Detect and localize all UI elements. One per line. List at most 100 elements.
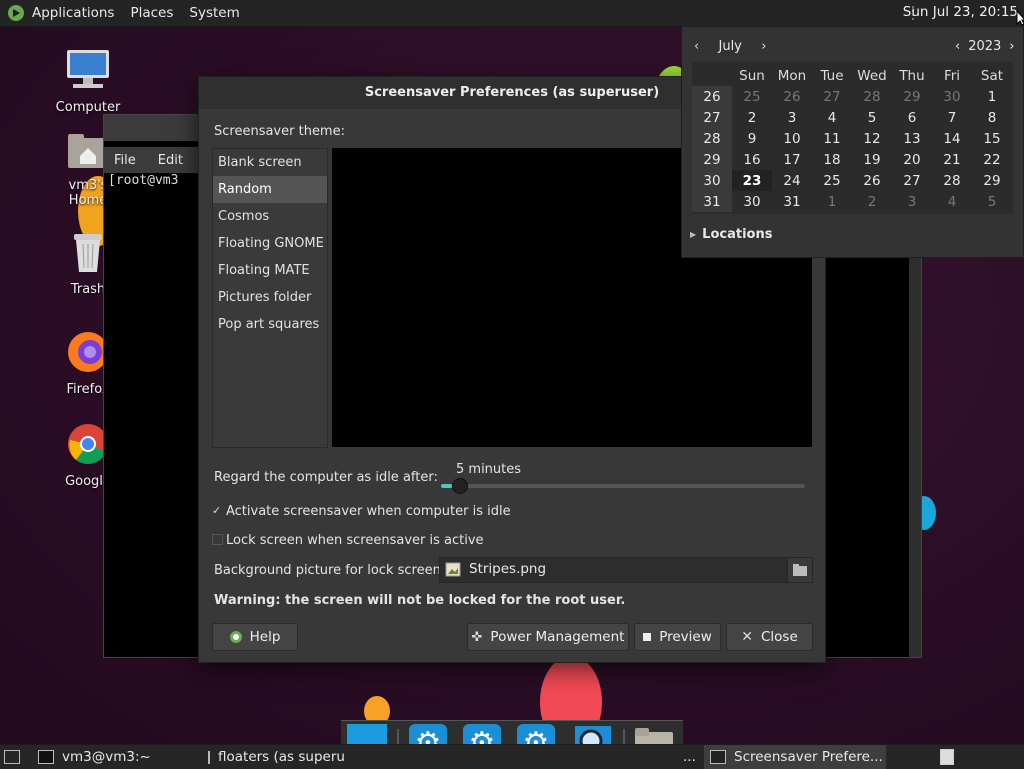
calendar-table: Sun Mon Tue Wed Thu Fri Sat 26 25 26 27 28 29 30 1 27 2…: [692, 65, 1012, 212]
help-button[interactable]: Help: [212, 623, 298, 651]
theme-item-pictures-folder[interactable]: Pictures folder: [213, 284, 327, 311]
calendar-day[interactable]: 2: [852, 191, 892, 212]
calendar-day[interactable]: 1: [812, 191, 852, 212]
calendar-day[interactable]: 25: [812, 170, 852, 191]
power-management-button[interactable]: ✜ Power Management: [467, 623, 629, 651]
calendar-day[interactable]: 29: [892, 86, 932, 107]
root-warning: Warning: the screen will not be locked f…: [214, 593, 626, 608]
theme-item-random[interactable]: Random: [213, 176, 327, 203]
show-desktop-button[interactable]: [4, 745, 24, 769]
calendar-day[interactable]: 13: [892, 128, 932, 149]
next-year-icon[interactable]: ›: [1009, 39, 1014, 54]
calendar-day[interactable]: 23: [732, 170, 772, 191]
calendar-day[interactable]: 1: [972, 86, 1012, 107]
calendar-day[interactable]: 19: [852, 149, 892, 170]
activate-checkbox[interactable]: ✓: [212, 505, 223, 516]
week-number: 26: [692, 86, 732, 107]
calendar-day[interactable]: 6: [892, 107, 932, 128]
bottom-panel: vm3@vm3:~ floaters (as superu ... Screen…: [0, 744, 1024, 769]
folder-icon: [793, 564, 807, 576]
terminal-menu-edit[interactable]: Edit: [158, 153, 183, 168]
desktop-icon-computer[interactable]: Computer: [48, 48, 128, 115]
activate-label[interactable]: Activate screensaver when computer is id…: [226, 504, 511, 519]
lock-label[interactable]: Lock screen when screensaver is active: [226, 533, 484, 548]
calendar-day[interactable]: 9: [732, 128, 772, 149]
show-desktop-icon: [4, 750, 20, 764]
trash-icon: [940, 749, 954, 765]
calendar-day[interactable]: 11: [812, 128, 852, 149]
prev-month-icon[interactable]: ‹: [694, 39, 699, 54]
calendar-day[interactable]: 14: [932, 128, 972, 149]
trash-applet[interactable]: [940, 745, 956, 769]
calendar-day[interactable]: 3: [892, 191, 932, 212]
calendar-day[interactable]: 29: [972, 170, 1012, 191]
calendar-day[interactable]: 8: [972, 107, 1012, 128]
calendar-day[interactable]: 27: [892, 170, 932, 191]
theme-item-floating-mate[interactable]: Floating MATE: [213, 257, 327, 284]
calendar-day[interactable]: 5: [972, 191, 1012, 212]
idle-slider-knob[interactable]: [451, 478, 468, 494]
terminal-menu-file[interactable]: File: [114, 153, 136, 168]
calendar-day[interactable]: 25: [732, 86, 772, 107]
preview-button[interactable]: Preview: [634, 623, 721, 651]
help-icon: [229, 631, 242, 643]
calendar-day[interactable]: 3: [772, 107, 812, 128]
taskbar-item-floaters[interactable]: floaters (as superu: [208, 745, 344, 769]
calendar-day[interactable]: 5: [852, 107, 892, 128]
calendar-day[interactable]: 4: [932, 191, 972, 212]
theme-item-floating-gnome[interactable]: Floating GNOME: [213, 230, 327, 257]
calendar-day[interactable]: 18: [812, 149, 852, 170]
places-menu[interactable]: Places: [122, 5, 181, 21]
calendar-day[interactable]: 17: [772, 149, 812, 170]
terminal-prompt[interactable]: [root@vm3: [108, 173, 178, 188]
calendar-day[interactable]: 15: [972, 128, 1012, 149]
calendar-day[interactable]: 30: [732, 191, 772, 212]
calendar-day[interactable]: 20: [892, 149, 932, 170]
calendar-day[interactable]: 26: [852, 170, 892, 191]
bg-picture-label: Background picture for lock screen:: [214, 563, 446, 578]
calendar-day[interactable]: 24: [772, 170, 812, 191]
idle-slider[interactable]: [441, 478, 805, 494]
calendar-day[interactable]: 26: [772, 86, 812, 107]
taskbar-item-terminal[interactable]: vm3@vm3:~: [38, 745, 198, 769]
theme-label: Screensaver theme:: [214, 124, 345, 139]
calendar-day[interactable]: 16: [732, 149, 772, 170]
weekday-header: Thu: [899, 67, 925, 84]
theme-list[interactable]: Blank screen Random Cosmos Floating GNOM…: [212, 148, 328, 448]
distro-logo-icon[interactable]: [8, 5, 24, 21]
weekday-header: Tue: [820, 67, 844, 84]
taskbar-overflow[interactable]: ...: [683, 745, 697, 769]
week-number: 30: [692, 170, 732, 191]
theme-item-blank[interactable]: Blank screen: [213, 149, 327, 176]
close-button[interactable]: ✕ Close: [726, 623, 813, 651]
system-menu[interactable]: System: [181, 5, 247, 21]
calendar-day[interactable]: 30: [932, 86, 972, 107]
browse-folder-button[interactable]: [787, 558, 812, 582]
applications-menu[interactable]: Applications: [24, 5, 122, 21]
expander-arrow-icon: ▶: [690, 230, 697, 239]
taskbar-item-screensaver[interactable]: Screensaver Prefere...: [704, 745, 886, 769]
calendar-day[interactable]: 10: [772, 128, 812, 149]
calendar-day[interactable]: 28: [932, 170, 972, 191]
bg-picture-chooser[interactable]: Stripes.png: [439, 557, 813, 583]
locations-expander[interactable]: ▶ Locations: [690, 227, 772, 242]
calendar-day[interactable]: 2: [732, 107, 772, 128]
calendar-day[interactable]: 31: [772, 191, 812, 212]
theme-item-pop-art[interactable]: Pop art squares: [213, 311, 327, 338]
month-name: July: [718, 39, 742, 54]
calendar-day[interactable]: 22: [972, 149, 1012, 170]
calendar-day[interactable]: 4: [812, 107, 852, 128]
calendar-day[interactable]: 12: [852, 128, 892, 149]
calendar-day[interactable]: 27: [812, 86, 852, 107]
theme-item-cosmos[interactable]: Cosmos: [213, 203, 327, 230]
prev-year-icon[interactable]: ‹: [955, 39, 960, 54]
calendar-day[interactable]: 7: [932, 107, 972, 128]
desktop-icon-label: Computer: [55, 100, 121, 115]
calendar-day[interactable]: 28: [852, 86, 892, 107]
clock[interactable]: Sun Jul 23, 20:15: [903, 4, 1018, 20]
terminal-icon: [38, 750, 54, 764]
lock-checkbox[interactable]: [212, 534, 223, 545]
calendar-week-row: 30 23 24 25 26 27 28 29: [692, 170, 1012, 191]
next-month-icon[interactable]: ›: [761, 39, 766, 54]
calendar-day[interactable]: 21: [932, 149, 972, 170]
